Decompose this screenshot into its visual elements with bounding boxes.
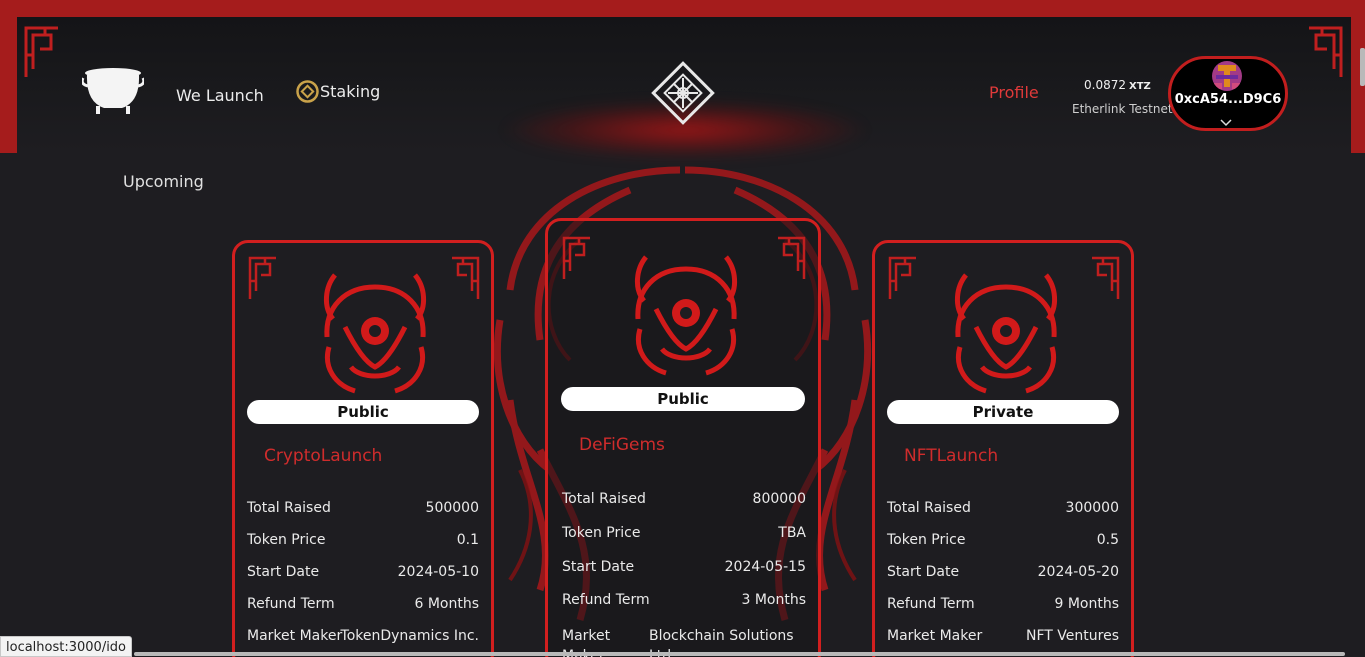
- row-value: TBA: [778, 525, 806, 541]
- corner-ornament-icon: [247, 255, 279, 305]
- info-row: Token Price 0.5: [887, 532, 1119, 548]
- dragon-crest-icon: [315, 267, 435, 403]
- nav-profile[interactable]: Profile: [989, 83, 1039, 102]
- info-row: Start Date 2024-05-15: [562, 559, 806, 575]
- chevron-down-icon: [1219, 112, 1233, 131]
- corner-ornament-icon: [1306, 25, 1344, 79]
- row-label: Token Price: [247, 532, 326, 548]
- info-row: Market Maker NFT Ventures: [887, 628, 1119, 644]
- vertical-scrollbar[interactable]: [1360, 48, 1365, 86]
- row-label: Refund Term: [887, 596, 975, 612]
- cauldron-logo-icon[interactable]: [80, 66, 146, 116]
- sale-type-badge: Public: [247, 400, 479, 424]
- network-name: Etherlink Testnet: [1072, 102, 1173, 116]
- row-label: Start Date: [247, 564, 320, 580]
- row-label: Refund Term: [562, 592, 650, 608]
- dragon-crest-icon: [626, 249, 746, 385]
- row-label: Token Price: [562, 525, 641, 541]
- row-value: NFT Ventures: [1026, 628, 1119, 644]
- project-name[interactable]: NFTLaunch: [904, 446, 998, 466]
- sale-type-badge: Public: [561, 387, 805, 411]
- staking-coin-icon: [296, 80, 319, 103]
- row-value: 300000: [1065, 500, 1119, 516]
- project-card[interactable]: Public CryptoLaunch Total Raised 500000 T…: [232, 240, 494, 657]
- avatar: [1212, 61, 1242, 91]
- info-row: Start Date 2024-05-10: [247, 564, 479, 580]
- corner-ornament-icon: [775, 235, 807, 285]
- row-label: Market Maker: [247, 628, 343, 644]
- row-label: Market Maker: [887, 628, 983, 644]
- project-card[interactable]: Public DeFiGems Total Raised 800000 Token…: [545, 218, 821, 657]
- info-row: Start Date 2024-05-20: [887, 564, 1119, 580]
- row-label: Start Date: [887, 564, 960, 580]
- row-value: 6 Months: [414, 596, 479, 612]
- corner-ornament-icon: [1089, 255, 1121, 305]
- row-value: 3 Months: [741, 592, 806, 608]
- corner-ornament-icon: [449, 255, 481, 305]
- section-title: Upcoming: [123, 172, 204, 191]
- info-row: Refund Term 6 Months: [247, 596, 479, 612]
- project-card[interactable]: Private NFTLaunch Total Raised 300000 Tok…: [872, 240, 1134, 657]
- info-row: Market Maker TokenDynamics Inc.: [247, 628, 479, 644]
- info-row: Token Price TBA: [562, 525, 806, 541]
- nav-we-launch[interactable]: We Launch: [176, 86, 264, 105]
- info-row: Total Raised 800000: [562, 491, 806, 507]
- brand-emblem-icon[interactable]: [650, 60, 716, 126]
- info-row: Token Price 0.1: [247, 532, 479, 548]
- row-value: 2024-05-10: [397, 564, 479, 580]
- row-value: 2024-05-15: [724, 559, 806, 575]
- info-row: Total Raised 300000: [887, 500, 1119, 516]
- row-label: Total Raised: [562, 491, 646, 507]
- wallet-connect-button[interactable]: 0xcA54...D9C6: [1168, 56, 1288, 131]
- wallet-address: 0xcA54...D9C6: [1174, 92, 1282, 107]
- dragon-crest-icon: [946, 267, 1066, 403]
- corner-ornament-icon: [561, 235, 593, 285]
- top-frame-bar: [0, 0, 1365, 17]
- row-value: 0.1: [456, 532, 479, 548]
- sale-type-badge: Private: [887, 400, 1119, 424]
- horizontal-scrollbar[interactable]: [134, 652, 1345, 656]
- info-row: Refund Term 9 Months: [887, 596, 1119, 612]
- info-row: Refund Term 3 Months: [562, 592, 806, 608]
- browser-status-url: localhost:3000/ido: [0, 636, 133, 657]
- row-label: Token Price: [887, 532, 966, 548]
- nav-staking[interactable]: Staking: [320, 82, 380, 101]
- row-value: 0.5: [1096, 532, 1119, 548]
- left-frame-bar: [0, 0, 17, 153]
- row-value: 9 Months: [1054, 596, 1119, 612]
- info-row: Total Raised 500000: [247, 500, 479, 516]
- project-name[interactable]: DeFiGems: [579, 435, 665, 455]
- balance-value: 0.0872: [1084, 78, 1126, 92]
- wallet-balance: 0.0872 XTZ: [1084, 78, 1151, 92]
- row-value: 2024-05-20: [1037, 564, 1119, 580]
- project-name[interactable]: CryptoLaunch: [264, 446, 382, 466]
- row-label: Refund Term: [247, 596, 335, 612]
- row-value: 500000: [425, 500, 479, 516]
- corner-ornament-icon: [23, 25, 61, 79]
- row-label: Total Raised: [247, 500, 331, 516]
- row-label: Total Raised: [887, 500, 971, 516]
- balance-unit: XTZ: [1129, 81, 1151, 92]
- row-value: 800000: [752, 491, 806, 507]
- row-value: TokenDynamics Inc.: [340, 628, 479, 644]
- corner-ornament-icon: [887, 255, 919, 305]
- row-label: Start Date: [562, 559, 635, 575]
